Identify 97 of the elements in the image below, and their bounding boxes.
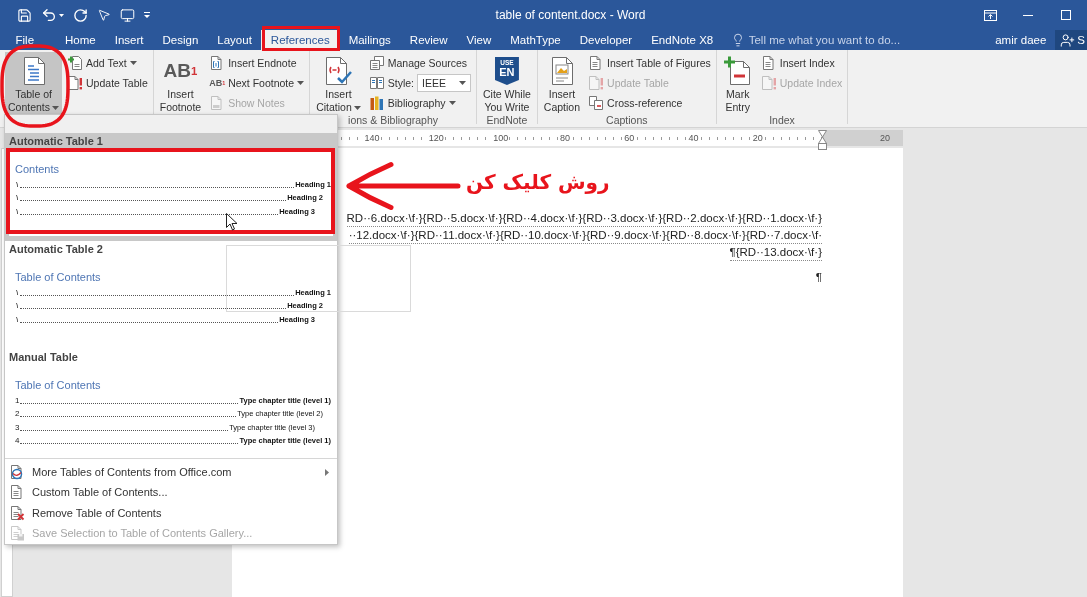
indent-marker-icon[interactable] <box>818 130 827 150</box>
page-lines-icon <box>760 55 777 71</box>
ruler-label: 100 <box>492 132 510 144</box>
mouse-cursor-icon <box>226 213 238 231</box>
preview-title: Table of Contents <box>15 270 101 284</box>
group-label: Captions <box>606 114 648 127</box>
annotation-text: روش کلیک کن <box>466 169 610 196</box>
ruler-label: 40 <box>687 132 700 144</box>
page-exclamation-icon <box>588 75 605 91</box>
ribbon-tab[interactable]: File <box>6 30 44 50</box>
ribbon-tab[interactable]: Design <box>153 30 208 50</box>
user-plus-icon <box>1060 32 1076 48</box>
ribbon-button[interactable]: Insert Index <box>758 53 845 73</box>
tell-me-field[interactable]: Tell me what you want to do... <box>748 32 914 48</box>
page-number: ۱ <box>15 314 20 325</box>
window-title: table of content.docx - Word <box>495 8 646 22</box>
page-number: 4 <box>15 436 20 446</box>
page-exclamation-icon <box>67 75 84 91</box>
redo-icon[interactable] <box>73 7 88 23</box>
group-label: Index <box>769 114 795 127</box>
save-icon[interactable] <box>17 7 32 23</box>
ribbon-large-button[interactable]: Mark Entry <box>719 52 756 114</box>
page-number: ۱ <box>15 193 20 203</box>
ribbon-button[interactable]: Manage Sources <box>366 53 473 73</box>
monitor-icon[interactable] <box>120 7 135 23</box>
ribbon-button[interactable]: Update Table <box>65 73 150 93</box>
ribbon-tab[interactable]: Developer <box>570 30 642 50</box>
menu-item[interactable]: Remove Table of Contents <box>5 502 337 523</box>
minimize-icon[interactable] <box>1023 14 1033 16</box>
ribbon-large-button[interactable]: Insert Citation <box>313 52 364 114</box>
ribbon-tab[interactable]: EndNote X8 <box>641 30 723 50</box>
footnote-glyph: AB$^{1}$ <box>163 59 198 83</box>
ribbon-button[interactable]: Insert Endnote <box>207 53 307 73</box>
page-plus-icon <box>67 55 84 71</box>
page-number: 1 <box>15 395 20 406</box>
ribbon-large-button[interactable]: AB$^{1}$ Insert Footnote <box>156 52 205 114</box>
page-check-icon <box>323 55 354 87</box>
paragraph-mark: ¶ <box>815 270 822 285</box>
page-lines-icon <box>9 484 25 501</box>
page-number: ۱ <box>15 179 20 190</box>
menu-item[interactable]: More Tables of Contents from Office.com <box>5 462 337 483</box>
page-number: ۱ <box>15 206 20 217</box>
ruler-label: 20 <box>751 132 764 144</box>
books-icon <box>368 95 385 111</box>
group-label: ions & Bibliography <box>348 114 438 127</box>
pointer-icon[interactable] <box>97 8 111 22</box>
ribbon-tab[interactable]: Insert <box>105 30 153 50</box>
preview-title: Contents <box>15 162 60 176</box>
share-button[interactable]: S <box>1055 30 1087 50</box>
ribbon-button[interactable]: Bibliography <box>366 93 473 113</box>
undo-icon[interactable] <box>41 7 57 23</box>
ruler-label: 80 <box>558 132 571 144</box>
page-plus-minus-icon <box>722 55 753 87</box>
gallery-item-title: Automatic Table 1 <box>9 134 103 149</box>
ribbon-large-button[interactable]: Table of Contents <box>5 52 63 114</box>
ribbon-button[interactable]: AB$^{1}$ Next Footnote <box>207 73 307 93</box>
footnote-glyph: AB$^{1}$ <box>209 77 226 89</box>
menu-item[interactable]: Custom Table of Contents... <box>5 482 337 503</box>
page-save-icon <box>9 524 25 541</box>
ribbon-large-button[interactable]: Insert Caption <box>540 52 584 114</box>
ribbon-button[interactable]: Cross-reference <box>586 93 713 113</box>
field-code-text: RD··6.docx·\f·}{RD··5.docx·\f·}{RD··4.docx·\f·}{RD··3.docx·\f·}{RD··2.docx·\f·}{RD··1.docx·\f·} <box>346 210 822 227</box>
ribbon-tab[interactable]: View <box>457 30 501 50</box>
ribbon-button[interactable]: Insert Table of Figures <box>586 53 713 73</box>
ribbon-tab[interactable]: Mailings <box>339 30 401 50</box>
group-label: EndNote <box>486 114 528 127</box>
page-cross-icon <box>9 504 25 521</box>
stacked-pages-icon <box>368 55 385 71</box>
cross-reference-icon <box>588 95 605 111</box>
ruler-label: 20 <box>880 132 890 144</box>
caret-icon[interactable] <box>59 13 64 17</box>
field-code-text: ··12.docx·\f·}{RD··11.docx·\f·}{RD··10.docx·\f·}{RD··9.docx·\f·}{RD··8.docx·\f·}{RD··7.docx·\f· <box>348 227 822 244</box>
ribbon-button[interactable]: Add Text <box>65 53 150 73</box>
two-pages-icon <box>368 75 385 91</box>
ruler-label: 60 <box>623 132 636 144</box>
page-exclamation-icon <box>760 75 777 91</box>
ribbon-tab[interactable]: Layout <box>207 30 262 50</box>
ruler-label: 140 <box>363 132 381 144</box>
field-code-text: ¶{RD··13.docx·\f·} <box>729 244 822 261</box>
ribbon-tab[interactable]: Review <box>400 30 458 50</box>
style-label: Style: <box>387 77 414 89</box>
page-number: ۱ <box>15 301 20 311</box>
globe-page-icon <box>9 464 25 481</box>
preview-title: Table of Contents <box>15 378 101 392</box>
style-dropdown[interactable]: IEEE <box>417 74 471 92</box>
ribbon-tab[interactable]: Home <box>55 30 106 50</box>
gallery-item-title: Automatic Table 2 <box>9 242 103 257</box>
ribbon-tab[interactable]: MathType <box>500 30 571 50</box>
page-number: 2 <box>15 409 20 419</box>
page-number: 3 <box>15 422 20 433</box>
customize-caret-icon[interactable] <box>144 12 150 18</box>
gallery-item-title: Manual Table <box>9 350 78 365</box>
maximize-icon[interactable] <box>1061 10 1071 20</box>
ribbon-display-icon[interactable] <box>983 9 997 21</box>
ruler-label: 120 <box>427 132 445 144</box>
user-name[interactable]: amir daee <box>995 34 1047 46</box>
page-number: ۱ <box>15 287 20 298</box>
